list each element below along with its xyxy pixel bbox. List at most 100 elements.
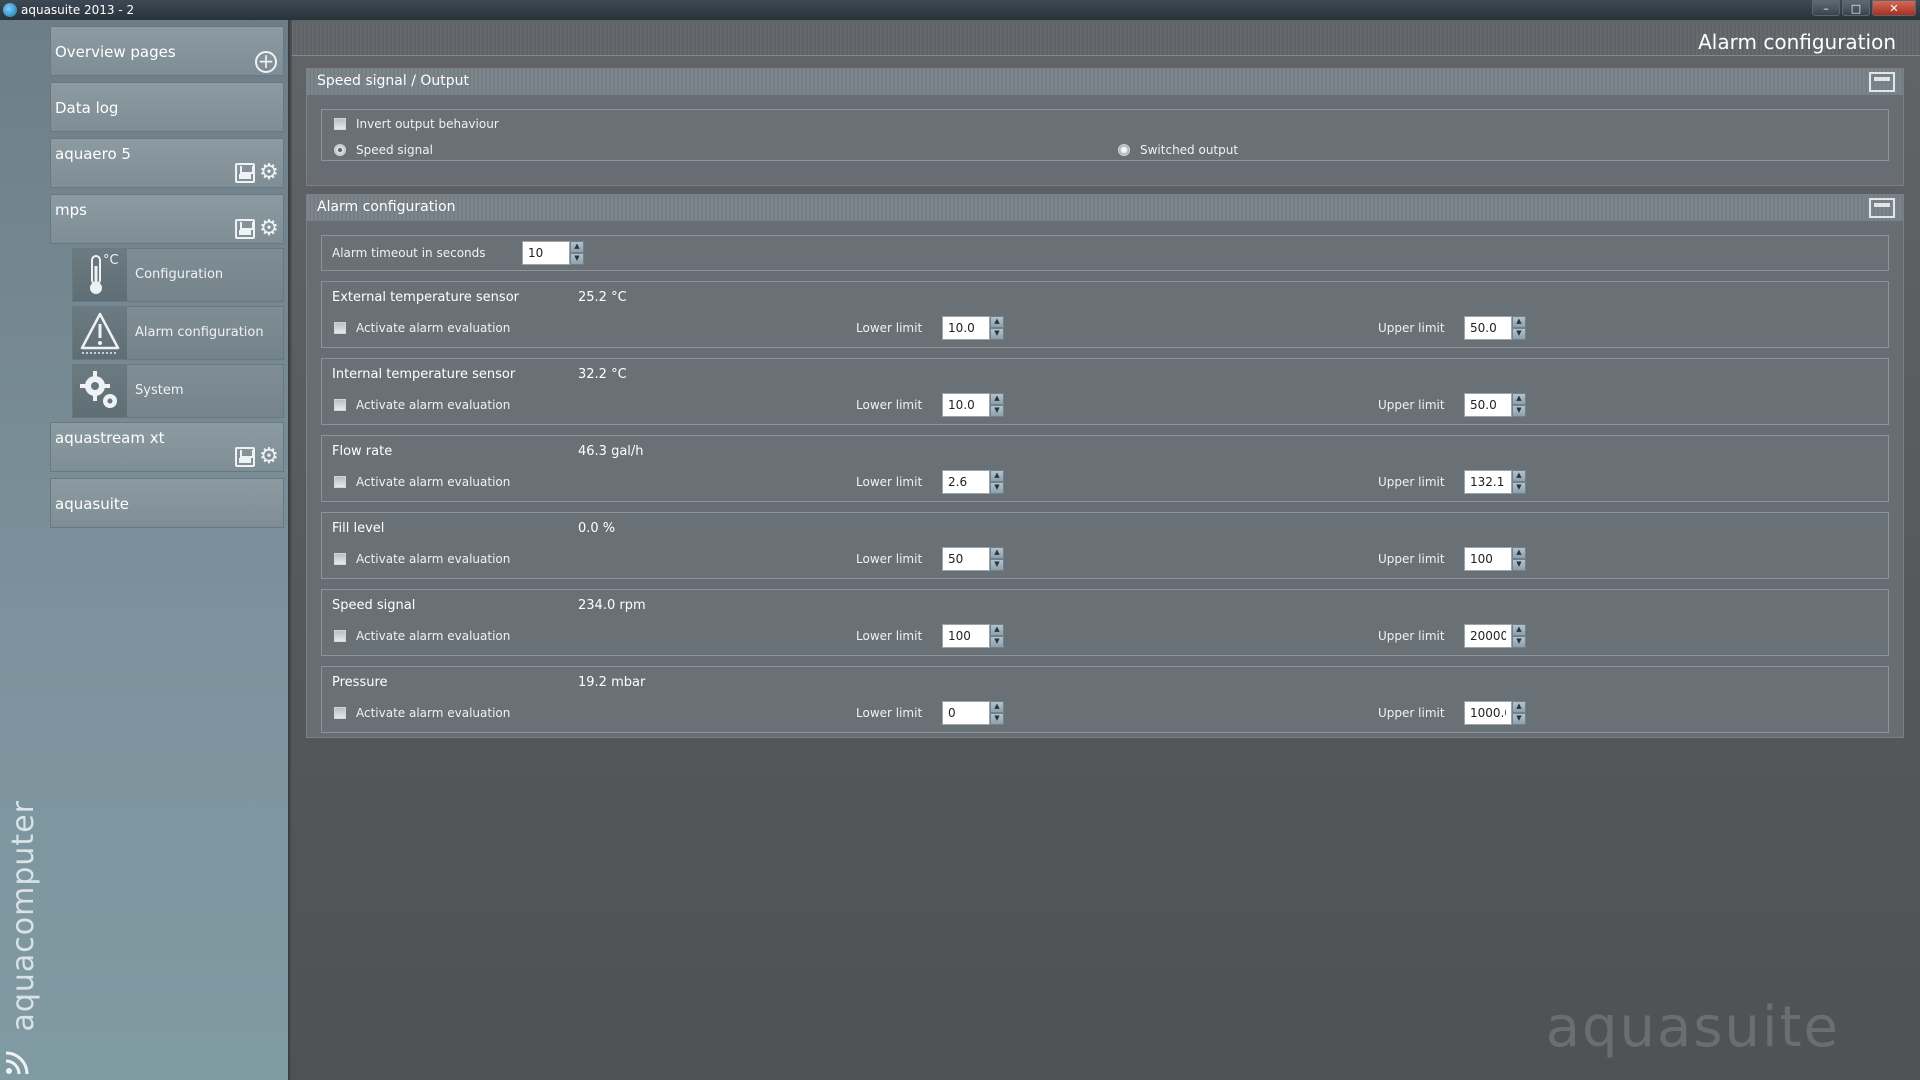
sidebar-subitem-configuration[interactable]: °C Configuration — [72, 248, 284, 302]
sidebar-item-mps[interactable]: mps ⚙ — [50, 194, 284, 244]
gear-icon[interactable]: ⚙ — [259, 162, 279, 184]
lower-limit-input[interactable] — [942, 470, 990, 494]
lower-limit-stepper[interactable]: ▲▼ — [942, 701, 1004, 725]
sidebar-item-aquastream-xt[interactable]: aquastream xt ⚙ — [50, 422, 284, 472]
lower-limit-input[interactable] — [942, 624, 990, 648]
activate-alarm-checkbox[interactable] — [334, 322, 346, 334]
upper-limit-input[interactable] — [1464, 701, 1512, 725]
collapse-panel-icon[interactable] — [1869, 72, 1895, 92]
speed-signal-radio[interactable] — [334, 144, 346, 156]
increment-button[interactable]: ▲ — [1512, 701, 1526, 713]
panel-header: Alarm configuration — [307, 195, 1903, 221]
lower-limit-stepper[interactable]: ▲▼ — [942, 470, 1004, 494]
maximize-button[interactable]: □ — [1842, 0, 1870, 16]
activate-alarm-checkbox[interactable] — [334, 553, 346, 565]
sensor-alarm-row: Internal temperature sensor 32.2 °C Acti… — [321, 358, 1889, 425]
decrement-button[interactable]: ▼ — [1512, 559, 1526, 571]
upper-limit-stepper[interactable]: ▲▼ — [1464, 701, 1526, 725]
collapse-panel-icon[interactable] — [1869, 198, 1895, 218]
increment-button[interactable]: ▲ — [570, 241, 584, 253]
decrement-button[interactable]: ▼ — [1512, 482, 1526, 494]
activate-alarm-checkbox[interactable] — [334, 707, 346, 719]
activate-alarm-checkbox[interactable] — [334, 399, 346, 411]
sidebar-subitem-alarm-configuration[interactable]: Alarm configuration — [72, 306, 284, 360]
activate-alarm-checkbox[interactable] — [334, 630, 346, 642]
increment-button[interactable]: ▲ — [1512, 547, 1526, 559]
increment-button[interactable]: ▲ — [990, 701, 1004, 713]
upper-limit-stepper[interactable]: ▲▼ — [1464, 393, 1526, 417]
sidebar-item-aquaero-5[interactable]: aquaero 5 ⚙ — [50, 138, 284, 188]
increment-button[interactable]: ▲ — [1512, 316, 1526, 328]
increment-button[interactable]: ▲ — [990, 547, 1004, 559]
activate-alarm-checkbox[interactable] — [334, 476, 346, 488]
sidebar-item-label: mps — [55, 201, 87, 219]
sidebar-subitem-label: System — [135, 383, 184, 398]
save-icon[interactable] — [235, 219, 255, 239]
decrement-button[interactable]: ▼ — [1512, 405, 1526, 417]
increment-button[interactable]: ▲ — [990, 624, 1004, 636]
alarm-timeout-stepper[interactable]: ▲▼ — [522, 241, 584, 265]
upper-limit-input[interactable] — [1464, 316, 1512, 340]
lower-limit-stepper[interactable]: ▲▼ — [942, 316, 1004, 340]
lower-limit-stepper[interactable]: ▲▼ — [942, 624, 1004, 648]
increment-button[interactable]: ▲ — [990, 316, 1004, 328]
increment-button[interactable]: ▲ — [1512, 624, 1526, 636]
lower-limit-input[interactable] — [942, 701, 990, 725]
increment-button[interactable]: ▲ — [1512, 470, 1526, 482]
sensor-name: Fill level — [332, 521, 385, 536]
increment-button[interactable]: ▲ — [990, 470, 1004, 482]
invert-output-checkbox[interactable] — [334, 118, 346, 130]
close-button[interactable]: ✕ — [1872, 0, 1916, 16]
page-title: Alarm configuration — [1698, 30, 1896, 54]
decrement-button[interactable]: ▼ — [1512, 713, 1526, 725]
panel-title: Alarm configuration — [317, 199, 456, 215]
decrement-button[interactable]: ▼ — [990, 405, 1004, 417]
sidebar-item-label: aquaero 5 — [55, 145, 131, 163]
lower-limit-stepper[interactable]: ▲▼ — [942, 547, 1004, 571]
lower-limit-stepper[interactable]: ▲▼ — [942, 393, 1004, 417]
thermometer-icon: °C — [73, 249, 127, 301]
lower-limit-input[interactable] — [942, 393, 990, 417]
upper-limit-stepper[interactable]: ▲▼ — [1464, 470, 1526, 494]
decrement-button[interactable]: ▼ — [990, 328, 1004, 340]
lower-limit-label: Lower limit — [856, 321, 923, 335]
decrement-button[interactable]: ▼ — [570, 253, 584, 265]
increment-button[interactable]: ▲ — [990, 393, 1004, 405]
gear-icon[interactable]: ⚙ — [259, 446, 279, 468]
decrement-button[interactable]: ▼ — [990, 636, 1004, 648]
upper-limit-input[interactable] — [1464, 624, 1512, 648]
increment-button[interactable]: ▲ — [1512, 393, 1526, 405]
sidebar-subitem-label: Alarm configuration — [135, 325, 264, 340]
minimize-button[interactable]: – — [1812, 0, 1840, 16]
decrement-button[interactable]: ▼ — [990, 713, 1004, 725]
sidebar-item-data-log[interactable]: Data log — [50, 82, 284, 132]
switched-output-radio[interactable] — [1118, 144, 1130, 156]
window-controls: – □ ✕ — [1812, 0, 1916, 16]
upper-limit-input[interactable] — [1464, 393, 1512, 417]
panel-header: Speed signal / Output — [307, 69, 1903, 95]
decrement-button[interactable]: ▼ — [1512, 636, 1526, 648]
decrement-button[interactable]: ▼ — [990, 482, 1004, 494]
upper-limit-input[interactable] — [1464, 470, 1512, 494]
sidebar-item-aquasuite[interactable]: aquasuite — [50, 478, 284, 528]
sensor-value: 25.2 °C — [578, 290, 627, 305]
sidebar-item-label: aquasuite — [55, 495, 130, 513]
sidebar-item-overview-pages[interactable]: Overview pages + — [50, 26, 284, 76]
upper-limit-stepper[interactable]: ▲▼ — [1464, 316, 1526, 340]
upper-limit-label: Upper limit — [1378, 475, 1445, 489]
lower-limit-input[interactable] — [942, 316, 990, 340]
activate-alarm-label: Activate alarm evaluation — [356, 629, 511, 643]
rss-icon[interactable] — [4, 1050, 30, 1076]
decrement-button[interactable]: ▼ — [1512, 328, 1526, 340]
decrement-button[interactable]: ▼ — [990, 559, 1004, 571]
upper-limit-stepper[interactable]: ▲▼ — [1464, 547, 1526, 571]
upper-limit-stepper[interactable]: ▲▼ — [1464, 624, 1526, 648]
sidebar-subitem-system[interactable]: System — [72, 364, 284, 418]
add-page-icon[interactable]: + — [255, 51, 277, 73]
alarm-timeout-input[interactable] — [522, 241, 570, 265]
save-icon[interactable] — [235, 447, 255, 467]
save-icon[interactable] — [235, 163, 255, 183]
upper-limit-input[interactable] — [1464, 547, 1512, 571]
lower-limit-input[interactable] — [942, 547, 990, 571]
gear-icon[interactable]: ⚙ — [259, 218, 279, 240]
